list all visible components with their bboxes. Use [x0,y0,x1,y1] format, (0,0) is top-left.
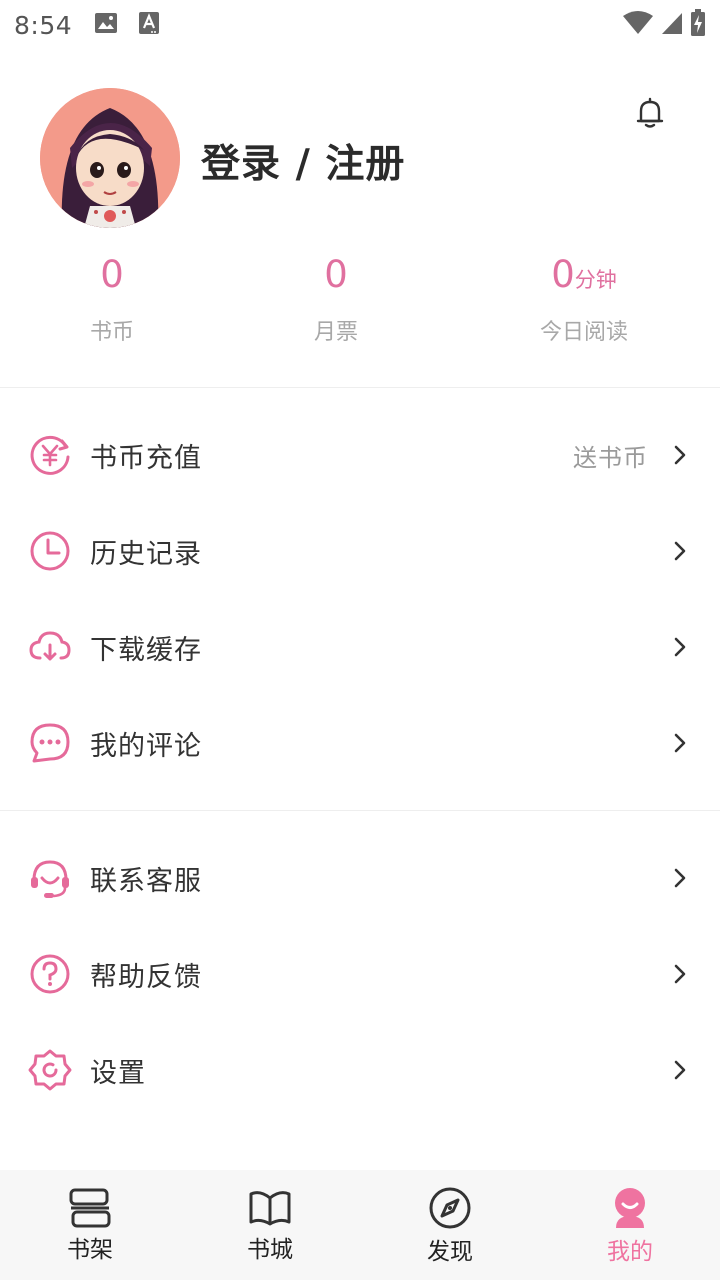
nav-tab-label: 书城 [247,1237,293,1263]
nav-tab-discover[interactable]: 发现 [360,1170,540,1280]
settings-icon [28,1048,72,1092]
chevron-right-icon [672,443,688,467]
menu-item-label: 下载缓存 [90,634,202,666]
status-bar: 8:54 [0,0,720,50]
clock-icon [28,529,72,573]
nav-tab-label: 发现 [427,1239,473,1265]
stats-row: 0 书币 0 月票 0分钟 今日阅读 [0,252,720,352]
stat-label: 书币 [89,320,134,345]
nav-tab-mine[interactable]: 我的 [540,1170,720,1280]
section-divider [0,387,720,388]
section-divider [0,810,720,811]
menu-item-settings[interactable]: 设置 [0,1022,720,1118]
stat-unit: 分钟 [574,268,617,292]
menu-item-label: 帮助反馈 [90,961,202,993]
image-notification-icon [94,12,118,38]
nav-tab-bookshelf[interactable]: 书架 [0,1170,180,1280]
stat-monthly-tickets[interactable]: 0 月票 [286,252,386,346]
menu-item-label: 我的评论 [90,730,202,762]
bottom-nav: 书架 书城 发现 我的 [0,1170,720,1280]
cloud-download-icon [28,625,72,669]
accessibility-notification-icon [138,11,160,39]
menu-item-label: 历史记录 [90,538,202,570]
menu-item-my-comments[interactable]: 我的评论 [0,695,720,791]
avatar[interactable] [40,88,180,228]
headset-icon [28,856,72,900]
chevron-right-icon [672,866,688,890]
bookshelf-icon [68,1186,112,1230]
stat-value: 0 [100,253,124,296]
menu-item-help-feedback[interactable]: 帮助反馈 [0,926,720,1022]
comment-icon [28,721,72,765]
stat-label: 月票 [313,320,358,345]
nav-tab-label: 我的 [607,1239,653,1265]
menu-item-recharge[interactable]: 书币充值 送书币 [0,407,720,503]
stat-label: 今日阅读 [539,320,628,345]
help-icon [28,952,72,996]
menu-item-label: 书币充值 [90,442,202,474]
profile-icon [608,1186,652,1230]
menu-item-customer-service[interactable]: 联系客服 [0,830,720,926]
menu-item-download-cache[interactable]: 下载缓存 [0,599,720,695]
chevron-right-icon [672,962,688,986]
menu-item-label: 联系客服 [90,865,202,897]
login-register-link[interactable]: 登录 / 注册 [201,133,405,189]
menu-item-label: 设置 [90,1057,146,1089]
stat-value: 0 [324,253,348,296]
stat-value: 0 [551,253,575,296]
compass-icon [428,1186,472,1230]
notification-bell-icon[interactable] [630,93,670,133]
menu-item-promo: 送书币 [573,443,648,472]
nav-tab-bookstore[interactable]: 书城 [180,1170,360,1280]
stat-today-reading[interactable]: 0分钟 今日阅读 [514,252,654,346]
chevron-right-icon [672,635,688,659]
chevron-right-icon [672,1058,688,1082]
stat-book-coins[interactable]: 0 书币 [62,252,162,346]
coin-recharge-icon [28,433,72,477]
wifi-icon [622,11,654,39]
nav-tab-label: 书架 [67,1237,113,1263]
open-book-icon [248,1186,292,1230]
cellular-signal-icon [660,11,684,39]
menu-item-history[interactable]: 历史记录 [0,503,720,599]
status-time: 8:54 [14,10,73,40]
battery-charging-icon [690,9,706,41]
profile-header: 登录 / 注册 0 书币 0 月票 0分钟 今日阅读 [0,50,720,387]
chevron-right-icon [672,539,688,563]
my-profile-screen: 8:54 登录 / 注册 0 书币 0 月票 0分钟 今日阅读 书币充值 送书币… [0,0,720,1280]
chevron-right-icon [672,731,688,755]
